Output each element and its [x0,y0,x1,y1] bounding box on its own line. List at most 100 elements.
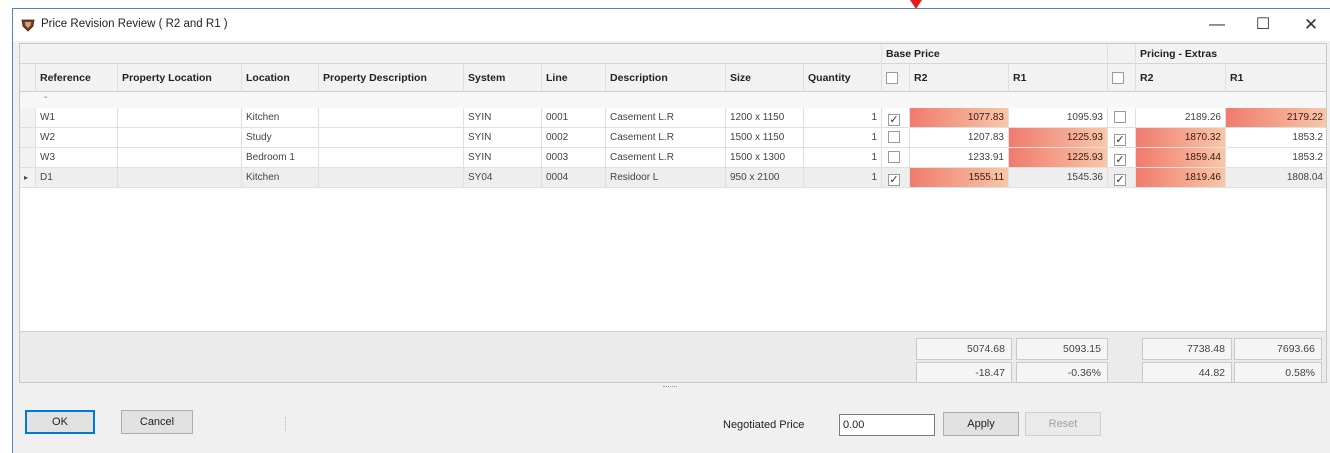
extras-checkbox-cell[interactable]: ✓ [1108,128,1136,148]
cell-system[interactable]: SYIN [464,128,542,148]
cell-base-r2[interactable]: 1077.83 [910,108,1009,128]
base-price-checkbox-cell[interactable] [882,148,910,168]
cell-line[interactable]: 0003 [542,148,606,168]
group-collapse-glyph[interactable]: - [40,92,70,108]
cell-extras-r2[interactable]: 1859.44 [1136,148,1226,168]
group-row[interactable]: - [20,92,1326,108]
extras-checkbox-cell[interactable]: ✓ [1108,148,1136,168]
col-base-r2[interactable]: R2 [910,64,1009,92]
cell-base-r2[interactable]: 1233.91 [910,148,1009,168]
base-price-checkbox[interactable]: ✓ [888,174,900,186]
table-row[interactable]: W2 Study SYIN 0002 Casement L.R 1500 x 1150 1 1… [20,128,1326,148]
extras-checkbox[interactable]: ✓ [1114,134,1126,146]
cell-property-description[interactable] [319,168,464,188]
col-description[interactable]: Description [606,64,726,92]
cell-line[interactable]: 0004 [542,168,606,188]
col-extras-r2[interactable]: R2 [1136,64,1226,92]
cell-quantity[interactable]: 1 [804,108,882,128]
col-extras-r1[interactable]: R1 [1226,64,1326,92]
row-indicator[interactable] [20,128,36,148]
cell-line[interactable]: 0002 [542,128,606,148]
cell-location[interactable]: Study [242,128,319,148]
base-price-checkbox[interactable]: ✓ [888,114,900,126]
extras-checkbox[interactable]: ✓ [1114,174,1126,186]
cell-size[interactable]: 1500 x 1300 [726,148,804,168]
cancel-button[interactable]: Cancel [121,410,193,434]
cell-quantity[interactable]: 1 [804,168,882,188]
col-property-description[interactable]: Property Description [319,64,464,92]
cell-base-r1[interactable]: 1225.93 [1009,148,1108,168]
cell-property-description[interactable] [319,148,464,168]
col-base-r1[interactable]: R1 [1009,64,1108,92]
table-row[interactable]: W1 Kitchen SYIN 0001 Casement L.R 1200 x 1150… [20,108,1326,128]
base-price-checkbox-cell[interactable] [882,128,910,148]
col-base-select-all[interactable] [882,64,910,92]
row-indicator[interactable] [20,108,36,128]
apply-button[interactable]: Apply [943,412,1019,436]
cell-extras-r2[interactable]: 1819.46 [1136,168,1226,188]
extras-checkbox[interactable]: ✓ [1114,154,1126,166]
cell-reference[interactable]: W3 [36,148,118,168]
col-line[interactable]: Line [542,64,606,92]
cell-description[interactable]: Casement L.R [606,108,726,128]
cell-location[interactable]: Kitchen [242,108,319,128]
cell-system[interactable]: SYIN [464,148,542,168]
cell-base-r1[interactable]: 1095.93 [1009,108,1108,128]
maximize-button[interactable]: ☐ [1245,13,1281,37]
cell-description[interactable]: Casement L.R [606,148,726,168]
col-location[interactable]: Location [242,64,319,92]
cell-extras-r2[interactable]: 1870.32 [1136,128,1226,148]
cell-quantity[interactable]: 1 [804,128,882,148]
extras-checkbox-cell[interactable]: ✓ [1108,168,1136,188]
base-price-checkbox[interactable] [888,131,900,143]
row-indicator[interactable] [20,148,36,168]
cell-reference[interactable]: W1 [36,108,118,128]
cell-size[interactable]: 1200 x 1150 [726,108,804,128]
col-quantity[interactable]: Quantity [804,64,882,92]
cell-extras-r2[interactable]: 2189.26 [1136,108,1226,128]
cell-extras-r1[interactable]: 1853.2 [1226,128,1326,148]
cell-size[interactable]: 1500 x 1150 [726,128,804,148]
cell-reference[interactable]: W2 [36,128,118,148]
cell-location[interactable]: Kitchen [242,168,319,188]
extras-checkbox-cell[interactable] [1108,108,1136,128]
cell-system[interactable]: SYIN [464,108,542,128]
cell-property-location[interactable] [118,168,242,188]
table-row[interactable]: ▸ D1 Kitchen SY04 0004 Residoor L 950 x 2100 1 ✓… [20,168,1326,188]
cell-extras-r1[interactable]: 1853.2 [1226,148,1326,168]
cell-property-location[interactable] [118,128,242,148]
row-indicator[interactable]: ▸ [20,168,36,188]
cell-location[interactable]: Bedroom 1 [242,148,319,168]
col-extras-select-all[interactable] [1108,64,1136,92]
cell-property-description[interactable] [319,128,464,148]
cell-base-r1[interactable]: 1545.36 [1009,168,1108,188]
splitter-handle[interactable] [663,386,677,388]
select-all-extras-checkbox[interactable] [1112,72,1124,84]
negotiated-price-input[interactable] [839,414,935,436]
base-price-checkbox[interactable] [888,151,900,163]
minimize-button[interactable]: — [1199,13,1235,37]
cell-base-r1[interactable]: 1225.93 [1009,128,1108,148]
cell-line[interactable]: 0001 [542,108,606,128]
col-size[interactable]: Size [726,64,804,92]
cell-description[interactable]: Residoor L [606,168,726,188]
cell-description[interactable]: Casement L.R [606,128,726,148]
cell-base-r2[interactable]: 1555.11 [910,168,1009,188]
cell-reference[interactable]: D1 [36,168,118,188]
extras-checkbox[interactable] [1114,111,1126,123]
cell-size[interactable]: 950 x 2100 [726,168,804,188]
cell-property-location[interactable] [118,148,242,168]
cell-property-location[interactable] [118,108,242,128]
base-price-checkbox-cell[interactable]: ✓ [882,108,910,128]
base-price-checkbox-cell[interactable]: ✓ [882,168,910,188]
col-reference[interactable]: Reference [36,64,118,92]
table-row[interactable]: W3 Bedroom 1 SYIN 0003 Casement L.R 1500 x 13… [20,148,1326,168]
ok-button[interactable]: OK [25,410,95,434]
cell-system[interactable]: SY04 [464,168,542,188]
cell-extras-r1[interactable]: 1808.04 [1226,168,1326,188]
col-property-location[interactable]: Property Location [118,64,242,92]
select-all-base-checkbox[interactable] [886,72,898,84]
col-system[interactable]: System [464,64,542,92]
cell-base-r2[interactable]: 1207.83 [910,128,1009,148]
cell-property-description[interactable] [319,108,464,128]
